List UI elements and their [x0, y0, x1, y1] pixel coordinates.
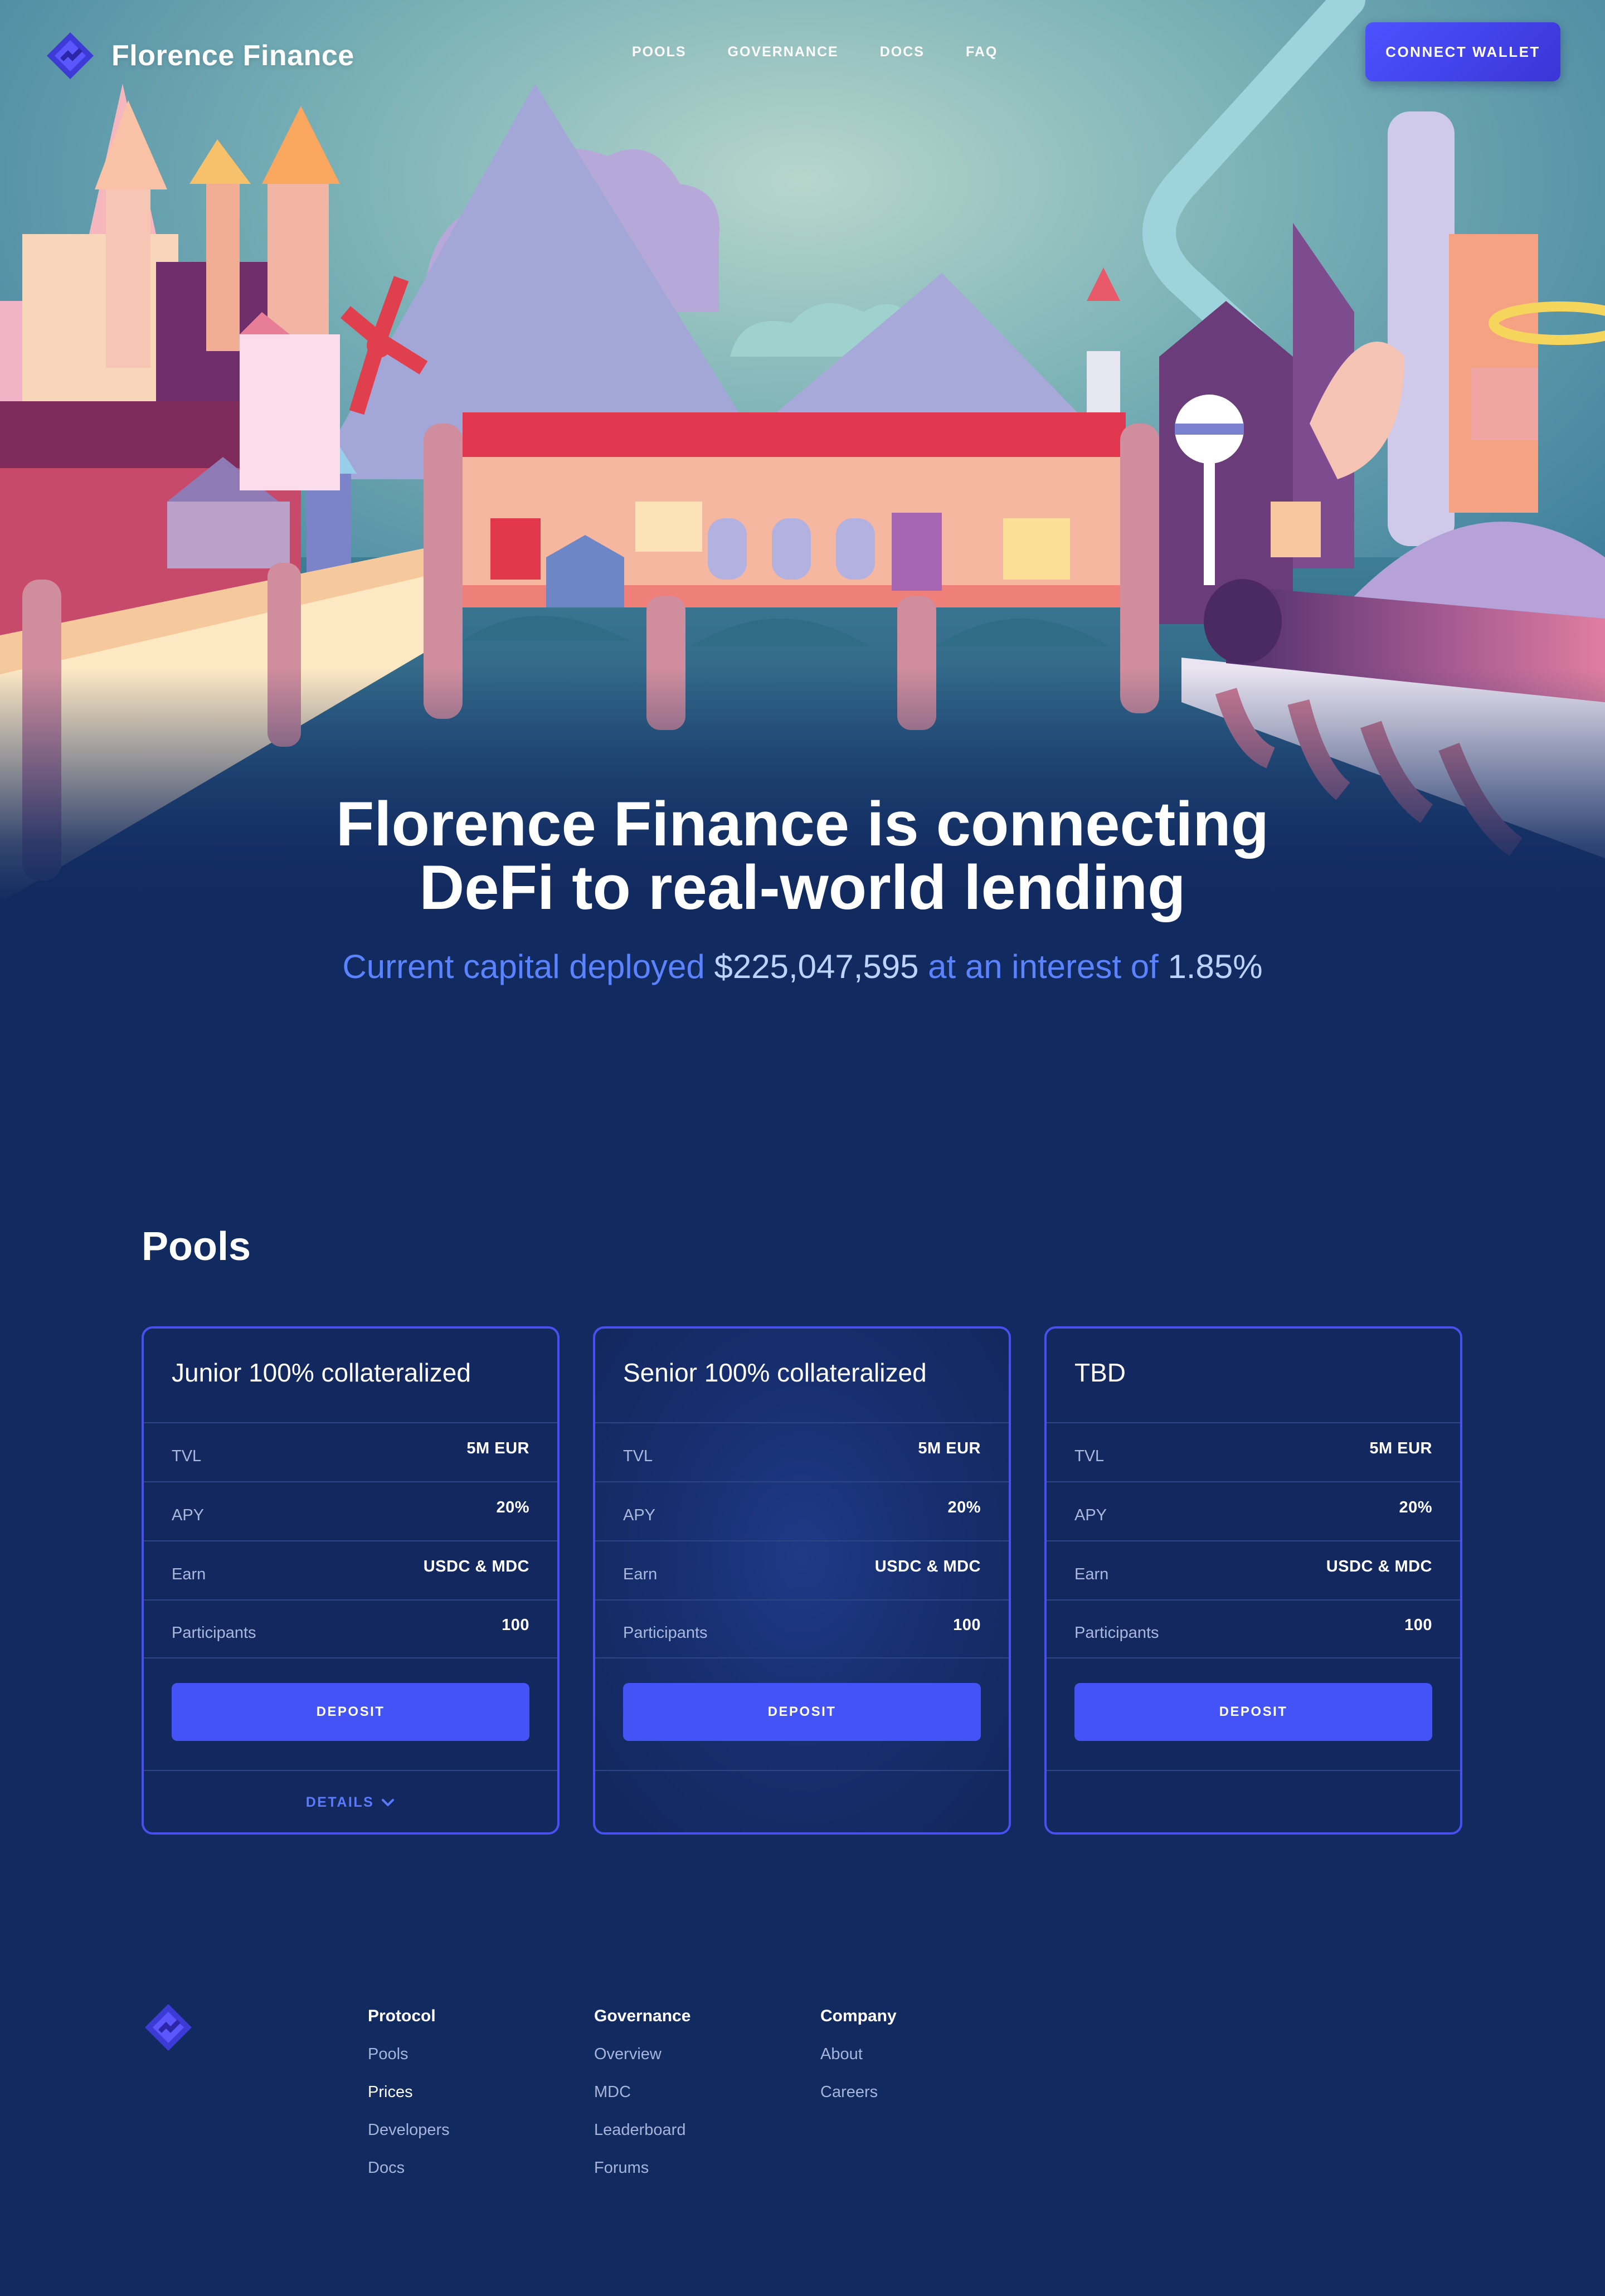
row-value: 5M EUR [918, 1439, 981, 1457]
row-label: Earn [1074, 1565, 1109, 1583]
pool-stats: TVL 5M EUR APY 20% Earn USDC & MDC Parti… [1047, 1422, 1460, 1658]
pool-row-apy: APY 20% [595, 1481, 1009, 1540]
row-label: Earn [172, 1565, 206, 1583]
pool-card-tbd: TBD TVL 5M EUR APY 20% Earn USDC & MDC P… [1044, 1326, 1462, 1835]
row-value: 100 [953, 1616, 981, 1634]
deposit-button[interactable]: DEPOSIT [172, 1683, 529, 1741]
deposit-button[interactable]: DEPOSIT [1074, 1683, 1432, 1741]
brand-name: Florence Finance [111, 40, 354, 72]
row-label: Participants [1074, 1623, 1159, 1642]
pool-row-apy: APY 20% [144, 1481, 557, 1540]
hero-headline-line-1: Florence Finance is connecting [335, 789, 1270, 859]
pool-row-participants: Participants 100 [144, 1599, 557, 1658]
card-divider [144, 1770, 557, 1771]
row-label: TVL [623, 1447, 653, 1465]
footer-link-docs[interactable]: Docs [368, 2158, 450, 2178]
card-divider [595, 1770, 1009, 1771]
nav-faq[interactable]: FAQ [966, 42, 998, 61]
pool-row-earn: Earn USDC & MDC [595, 1540, 1009, 1599]
pool-row-participants: Participants 100 [595, 1599, 1009, 1658]
pool-stats: TVL 5M EUR APY 20% Earn USDC & MDC Parti… [144, 1422, 557, 1658]
footer-link-prices[interactable]: Prices [368, 2082, 450, 2102]
row-value: 20% [496, 1498, 529, 1516]
footer-link-overview[interactable]: Overview [594, 2044, 690, 2064]
chevron-down-icon [382, 1799, 395, 1806]
row-label: APY [172, 1506, 205, 1524]
pool-card-junior: Junior 100% collateralized TVL 5M EUR AP… [142, 1326, 560, 1835]
pool-card-title: Senior 100% collateralized [623, 1358, 927, 1387]
row-value: 5M EUR [1369, 1439, 1432, 1457]
interest-value: 1.85% [1168, 948, 1263, 985]
row-value: 5M EUR [466, 1439, 529, 1457]
pool-row-earn: Earn USDC & MDC [1047, 1540, 1460, 1599]
pools-section-title: Pools [142, 1224, 251, 1269]
pool-stats: TVL 5M EUR APY 20% Earn USDC & MDC Parti… [595, 1422, 1009, 1658]
footer-link-mdc[interactable]: MDC [594, 2082, 690, 2102]
pool-row-participants: Participants 100 [1047, 1599, 1460, 1658]
connect-wallet-button[interactable]: CONNECT WALLET [1365, 22, 1560, 81]
capital-deployed-line: Current capital deployed $225,047,595 at… [0, 947, 1605, 986]
row-value: 20% [1399, 1498, 1432, 1516]
pool-row-tvl: TVL 5M EUR [1047, 1422, 1460, 1481]
pool-row-apy: APY 20% [1047, 1481, 1460, 1540]
brand-logo[interactable]: Florence Finance [43, 29, 354, 82]
footer-link-developers[interactable]: Developers [368, 2120, 450, 2140]
row-value: 20% [947, 1498, 981, 1516]
footer-heading: Company [820, 2007, 897, 2025]
footer-heading: Protocol [368, 2007, 436, 2025]
footer-logo-icon[interactable] [142, 2001, 195, 2054]
pool-card-title: TBD [1074, 1358, 1126, 1387]
row-label: APY [1074, 1506, 1107, 1524]
pool-row-earn: Earn USDC & MDC [144, 1540, 557, 1599]
footer-link-careers[interactable]: Careers [820, 2082, 897, 2102]
footer-link-pools[interactable]: Pools [368, 2044, 450, 2064]
row-label: APY [623, 1506, 656, 1524]
footer-column-company: Company About Careers [820, 2006, 897, 2120]
deposit-button[interactable]: DEPOSIT [623, 1683, 981, 1741]
row-value: 100 [1404, 1616, 1432, 1634]
details-toggle[interactable]: DETAILS [144, 1786, 557, 1819]
row-label: TVL [172, 1447, 202, 1465]
pool-row-tvl: TVL 5M EUR [595, 1422, 1009, 1481]
row-label: Earn [623, 1565, 658, 1583]
nav-docs[interactable]: DOCS [880, 42, 925, 61]
row-value: 100 [502, 1616, 529, 1634]
details-label: DETAILS [305, 1794, 374, 1810]
capital-value: $225,047,595 [714, 948, 919, 985]
hero-headline-line-2: DeFi to real-world lending [419, 853, 1186, 922]
pool-card-senior: Senior 100% collateralized TVL 5M EUR AP… [593, 1326, 1011, 1835]
card-divider [1047, 1770, 1460, 1771]
hero-headline: Florence Finance is connecting DeFi to r… [0, 792, 1605, 920]
row-value: USDC & MDC [423, 1557, 529, 1575]
row-value: USDC & MDC [1326, 1557, 1432, 1575]
footer-link-forums[interactable]: Forums [594, 2158, 690, 2178]
row-label: TVL [1074, 1447, 1105, 1465]
nav-pools[interactable]: POOLS [632, 42, 687, 61]
row-label: Participants [623, 1623, 708, 1642]
row-value: USDC & MDC [874, 1557, 981, 1575]
capital-label: Current capital deployed [342, 948, 705, 985]
footer-link-leaderboard[interactable]: Leaderboard [594, 2120, 690, 2140]
footer-column-protocol: Protocol Pools Prices Developers Docs [368, 2006, 450, 2196]
top-navigation: POOLS GOVERNANCE DOCS FAQ [632, 42, 998, 61]
hero [0, 0, 1605, 903]
footer-column-governance: Governance Overview MDC Leaderboard Foru… [594, 2006, 690, 2196]
interest-label: at an interest of [928, 948, 1159, 985]
nav-governance[interactable]: GOVERNANCE [728, 42, 839, 61]
row-label: Participants [172, 1623, 256, 1642]
footer-heading: Governance [594, 2007, 691, 2025]
pool-row-tvl: TVL 5M EUR [144, 1422, 557, 1481]
florence-logo-icon [47, 32, 94, 79]
pool-card-title: Junior 100% collateralized [172, 1358, 471, 1387]
footer-link-about[interactable]: About [820, 2044, 897, 2064]
